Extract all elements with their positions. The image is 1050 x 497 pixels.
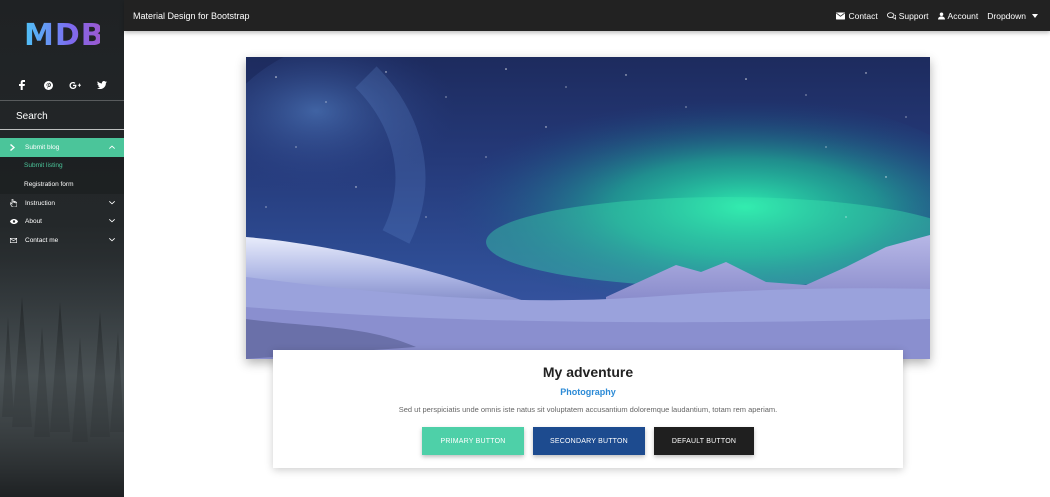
search-input[interactable] <box>16 108 116 124</box>
sidebar: MDB Submit blog Submit listin <box>0 0 124 497</box>
sidebar-item-label: About <box>25 218 42 226</box>
sidebar-item-label: Instruction <box>25 199 55 207</box>
nav-link-account[interactable]: Account <box>937 10 979 21</box>
sidebar-item-instruction[interactable]: Instruction <box>0 194 124 213</box>
comments-icon <box>886 11 896 20</box>
forest-background <box>0 257 124 497</box>
sidebar-item-contact-me[interactable]: Contact me <box>0 231 124 250</box>
envelope-icon <box>836 12 846 19</box>
nav-link-label: Contact <box>848 10 878 21</box>
submenu: Submit listing Registration form <box>0 156 124 194</box>
chevron-right-icon <box>10 143 20 151</box>
chevron-down-icon <box>109 200 115 207</box>
card-title: My adventure <box>542 364 634 380</box>
nav-link-label: Account <box>947 10 979 21</box>
sidebar-item-submit-blog[interactable]: Submit blog <box>0 138 124 157</box>
navbar-brand[interactable]: Material Design for Bootstrap <box>133 11 250 21</box>
envelope-icon <box>10 237 20 243</box>
sidebar-item-label: Contact me <box>25 236 59 244</box>
social-links <box>0 78 124 94</box>
nav-link-support[interactable]: Support <box>886 10 929 21</box>
pinterest-icon[interactable] <box>42 78 54 92</box>
nav-link-label: Support <box>898 10 929 21</box>
logo[interactable]: MDB <box>24 20 104 52</box>
card-text: Sed ut perspiciatis unde omnis iste natu… <box>398 405 778 414</box>
sidebar-item-label: Registration form <box>24 180 74 188</box>
sidebar-item-about[interactable]: About <box>0 212 124 231</box>
eye-icon <box>10 219 20 225</box>
sidebar-item-label: Submit listing <box>24 162 63 170</box>
twitter-icon[interactable] <box>96 78 108 92</box>
hero-image <box>246 57 930 359</box>
default-button[interactable]: DEFAULT BUTTON <box>654 427 754 455</box>
primary-button[interactable]: PRIMARY BUTTON <box>422 427 524 455</box>
navbar-links: Contact Support Account Dropdown <box>836 11 1038 21</box>
adventure-card: My adventure Photography Sed ut perspici… <box>273 350 903 468</box>
chevron-down-icon <box>109 218 115 225</box>
facebook-icon[interactable] <box>16 78 28 92</box>
chevron-up-icon <box>109 144 115 151</box>
sidebar-item-submit-listing[interactable]: Submit listing <box>0 157 124 176</box>
nav-dropdown[interactable]: Dropdown <box>987 11 1038 21</box>
aurora-landscape-image <box>246 57 930 359</box>
nav-link-contact[interactable]: Contact <box>836 10 878 21</box>
card-subtitle: Photography <box>560 387 616 397</box>
chevron-down-icon <box>109 237 115 244</box>
divider <box>0 100 124 101</box>
nav-link-label: Dropdown <box>987 10 1026 21</box>
caret-down-icon <box>1032 13 1038 18</box>
top-navbar: Material Design for Bootstrap Contact Su… <box>124 0 1050 31</box>
divider <box>0 129 124 130</box>
sidebar-item-registration-form[interactable]: Registration form <box>0 175 124 194</box>
user-icon <box>937 12 945 19</box>
google-plus-icon[interactable] <box>68 78 82 92</box>
hand-pointer-icon <box>10 199 20 208</box>
sidebar-item-label: Submit blog <box>25 143 60 151</box>
secondary-button[interactable]: SECONDARY BUTTON <box>533 427 645 455</box>
sidebar-menu: Submit blog Submit listing Registration … <box>0 138 124 250</box>
